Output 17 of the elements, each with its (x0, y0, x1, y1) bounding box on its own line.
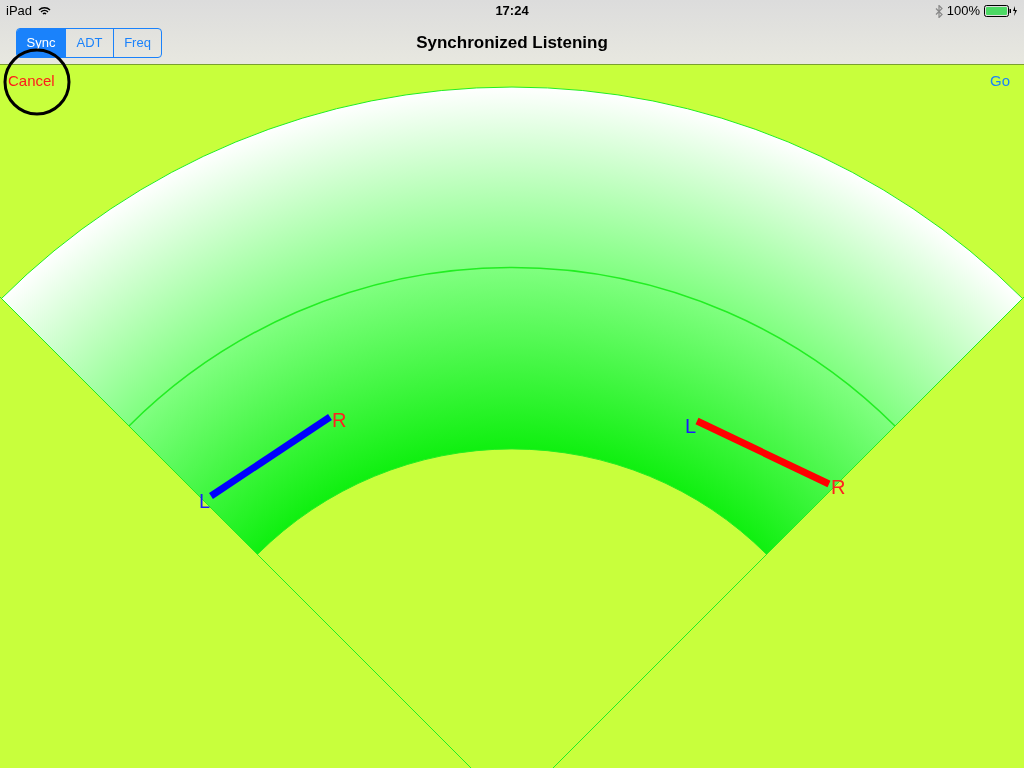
right-label: R (831, 476, 846, 498)
screen-title: Synchronized Listening (416, 32, 608, 55)
annotation-circle (3, 48, 71, 116)
segment-tab[interactable]: Freq (113, 29, 161, 57)
segment-tab[interactable]: ADT (65, 29, 113, 57)
segment-tab[interactable]: Sync (17, 29, 65, 57)
speaker-pair-line[interactable] (209, 414, 332, 499)
bluetooth-icon (934, 4, 943, 18)
battery-icon (984, 5, 1018, 17)
device-name: iPad (6, 2, 33, 21)
right-label: R (332, 409, 347, 431)
left-label: L (685, 415, 697, 437)
clock-time: 17:24 (495, 2, 529, 21)
wifi-icon (38, 6, 52, 16)
go-button[interactable]: Go (990, 70, 1010, 93)
speaker-pair-line[interactable] (695, 417, 831, 488)
battery-percent: 100% (946, 2, 980, 21)
